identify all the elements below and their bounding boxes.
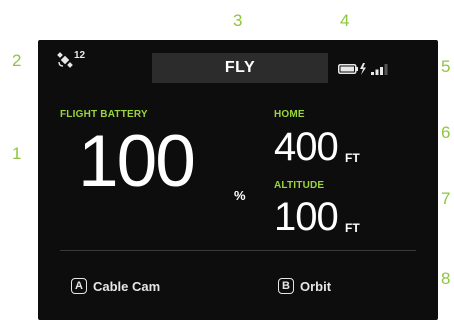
cable-cam-button[interactable]: A Cable Cam [71, 278, 160, 294]
flight-battery-label: FLIGHT BATTERY [60, 109, 148, 120]
divider [60, 250, 416, 251]
home-unit: FT [345, 151, 360, 165]
satellite-icon [57, 52, 73, 68]
callout-6: 6 [441, 123, 451, 142]
cable-cam-label: Cable Cam [93, 278, 161, 294]
signal-bars-icon [371, 62, 389, 80]
controller-screen: 12 FLY FLIGHT BATTERY 100 % HOME 400 FT … [38, 40, 438, 320]
callout-4: 4 [340, 11, 350, 30]
callout-1: 1 [12, 144, 22, 163]
callout-7: 7 [441, 189, 451, 208]
gps-count: 12 [74, 50, 86, 61]
orbit-button[interactable]: B Orbit [278, 278, 331, 294]
callout-2: 2 [12, 51, 22, 70]
callout-8: 8 [441, 269, 451, 288]
altitude-label: ALTITUDE [274, 180, 325, 191]
controller-status [338, 62, 389, 80]
orbit-label: Orbit [300, 278, 332, 294]
flight-mode-label: FLY [224, 59, 256, 76]
gps-status: 12 [57, 50, 86, 68]
altitude-value: 100 [274, 195, 339, 239]
callout-3: 3 [233, 11, 243, 30]
battery-charging-icon [338, 62, 368, 80]
home-label: HOME [274, 109, 305, 120]
flight-battery-value: 100 [78, 121, 196, 202]
flight-mode-bar: FLY [152, 53, 328, 83]
flight-battery-unit: % [234, 188, 246, 203]
home-value: 400 [274, 125, 339, 169]
b-key-icon: B [278, 278, 294, 294]
callout-5: 5 [441, 57, 451, 76]
a-key-icon: A [71, 278, 87, 294]
altitude-unit: FT [345, 221, 360, 235]
